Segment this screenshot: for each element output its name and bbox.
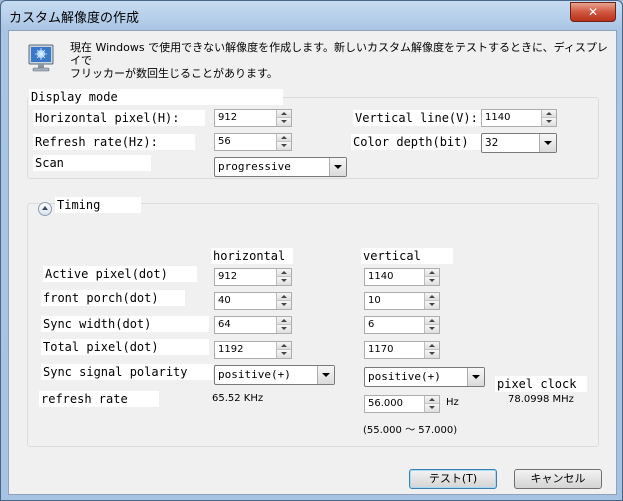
color-depth-label: Color depth(bit) — [351, 134, 481, 150]
title-bar[interactable]: カスタム解像度の作成 ✕ — [1, 1, 622, 29]
front-porch-h-value: 40 — [218, 295, 231, 306]
horizontal-pixel-spinner[interactable]: 912 — [214, 109, 292, 127]
collapse-timing-icon[interactable] — [38, 202, 52, 216]
total-pixel-label: Total pixel(dot) — [41, 339, 209, 355]
refresh-range-text: (55.000 ～ 57.000) — [363, 425, 458, 436]
vertical-refresh-value: 56.000 — [368, 398, 403, 409]
color-depth-select[interactable]: 32 — [481, 133, 557, 153]
front-porch-h-spinner[interactable]: 40 — [214, 292, 292, 310]
spin-up-icon[interactable] — [424, 269, 439, 277]
total-pixel-h-value: 1192 — [218, 344, 244, 355]
spin-up-icon[interactable] — [424, 396, 439, 404]
cancel-button[interactable]: キャンセル — [514, 469, 602, 489]
test-button[interactable]: テスト(T) — [409, 469, 497, 489]
total-pixel-v-spinner[interactable]: 1170 — [364, 341, 440, 359]
refresh-rate-spinner[interactable]: 56 — [214, 133, 292, 151]
chevron-down-icon[interactable] — [329, 158, 346, 176]
vertical-refresh-spinner[interactable]: 56.000 — [364, 395, 440, 413]
info-line-2: フリッカーが数回生じることがあります。 — [70, 67, 278, 80]
chevron-down-icon[interactable] — [317, 366, 334, 384]
total-pixel-v-value: 1170 — [368, 344, 394, 355]
timing-title: Timing — [55, 197, 141, 213]
spin-up-icon[interactable] — [276, 134, 291, 142]
spin-down-icon[interactable] — [276, 277, 291, 285]
horizontal-frequency-value: 65.52 KHz — [212, 393, 264, 404]
display-mode-title: Display mode — [29, 89, 283, 105]
vertical-line-label: Vertical line(V): — [353, 110, 483, 126]
color-depth-value: 32 — [485, 136, 499, 149]
active-pixel-h-value: 912 — [218, 271, 238, 282]
active-pixel-label: Active pixel(dot) — [43, 266, 197, 282]
front-porch-v-spinner[interactable]: 10 — [364, 292, 440, 310]
sync-width-h-value: 64 — [218, 319, 231, 330]
close-icon: ✕ — [587, 5, 599, 19]
scan-label: Scan — [33, 155, 151, 171]
spin-up-icon[interactable] — [424, 317, 439, 325]
horizontal-pixel-value: 912 — [218, 112, 238, 123]
active-pixel-h-spinner[interactable]: 912 — [214, 268, 292, 286]
spin-up-icon[interactable] — [276, 317, 291, 325]
spin-down-icon[interactable] — [276, 350, 291, 358]
spin-down-icon[interactable] — [424, 350, 439, 358]
timing-col-horizontal: horizontal — [211, 248, 293, 264]
spin-down-icon[interactable] — [276, 142, 291, 150]
monitor-icon — [28, 44, 54, 72]
horizontal-pixel-label: Horizontal pixel(H): — [33, 110, 205, 126]
sync-width-v-value: 6 — [368, 319, 375, 330]
spin-up-icon[interactable] — [276, 269, 291, 277]
sync-width-v-spinner[interactable]: 6 — [364, 316, 440, 334]
sync-width-label: Sync width(dot) — [41, 316, 209, 332]
refresh-rate-value: 56 — [218, 136, 231, 147]
spin-up-icon[interactable] — [541, 110, 556, 118]
chevron-down-icon[interactable] — [467, 368, 484, 386]
info-text: 現在 Windows で使用できない解像度を作成します。新しいカスタム解像度をテ… — [70, 41, 616, 80]
active-pixel-v-spinner[interactable]: 1140 — [364, 268, 440, 286]
front-porch-label: front porch(dot) — [41, 290, 185, 306]
active-pixel-v-value: 1140 — [368, 271, 394, 282]
spin-down-icon[interactable] — [276, 301, 291, 309]
pixel-clock-label: pixel clock — [495, 376, 587, 392]
vertical-refresh-unit: Hz — [446, 397, 459, 408]
spin-down-icon[interactable] — [424, 404, 439, 412]
spin-down-icon[interactable] — [424, 301, 439, 309]
sync-polarity-v-select[interactable]: positive(+) — [364, 367, 485, 387]
spin-up-icon[interactable] — [276, 342, 291, 350]
spin-down-icon[interactable] — [424, 325, 439, 333]
spin-down-icon[interactable] — [276, 325, 291, 333]
close-button[interactable]: ✕ — [570, 2, 616, 22]
spin-up-icon[interactable] — [424, 342, 439, 350]
timing-refresh-rate-label: refresh rate — [39, 391, 159, 407]
sync-polarity-v-value: positive(+) — [368, 370, 441, 383]
scan-select[interactable]: progressive — [214, 157, 347, 177]
spin-down-icon[interactable] — [276, 118, 291, 126]
vertical-line-spinner[interactable]: 1140 — [481, 109, 557, 127]
vertical-line-value: 1140 — [485, 112, 511, 123]
front-porch-v-value: 10 — [368, 295, 381, 306]
pixel-clock-value: 78.0998 MHz — [508, 394, 574, 405]
spin-down-icon[interactable] — [424, 277, 439, 285]
dialog-window: カスタム解像度の作成 ✕ 現在 Windows で使用できない解像度を作成します… — [0, 0, 623, 501]
scan-value: progressive — [218, 160, 291, 173]
sync-width-h-spinner[interactable]: 64 — [214, 316, 292, 334]
refresh-rate-label: Refresh rate(Hz): — [33, 134, 195, 150]
spin-up-icon[interactable] — [276, 293, 291, 301]
spin-up-icon[interactable] — [276, 110, 291, 118]
chevron-down-icon[interactable] — [539, 134, 556, 152]
info-line-1: 現在 Windows で使用できない解像度を作成します。新しいカスタム解像度をテ… — [70, 41, 608, 67]
window-title: カスタム解像度の作成 — [9, 11, 140, 26]
timing-col-vertical: vertical — [361, 248, 453, 264]
total-pixel-h-spinner[interactable]: 1192 — [214, 341, 292, 359]
sync-polarity-label: Sync signal polarity — [41, 364, 213, 380]
sync-polarity-h-select[interactable]: positive(+) — [214, 365, 335, 385]
spin-down-icon[interactable] — [541, 118, 556, 126]
sync-polarity-h-value: positive(+) — [218, 368, 291, 381]
spin-up-icon[interactable] — [424, 293, 439, 301]
dialog-client-area: 現在 Windows で使用できない解像度を作成します。新しいカスタム解像度をテ… — [8, 30, 617, 495]
